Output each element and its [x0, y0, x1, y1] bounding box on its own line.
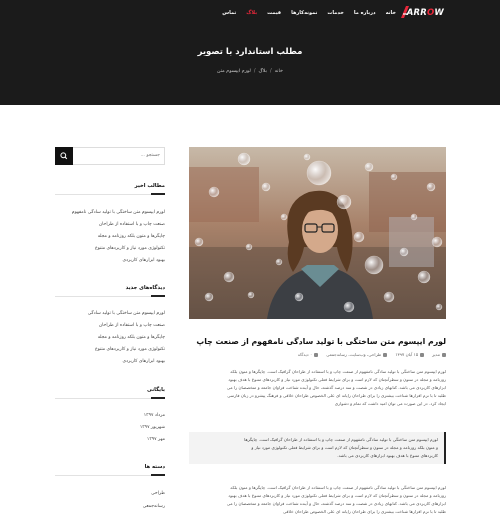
text-line: لورم ایپسوم متن ساختگی با تولید سادگی نا…	[230, 485, 446, 490]
widget-divider	[55, 397, 165, 399]
recent-post-link[interactable]: بهبود ابزارهای کاربردی	[123, 258, 166, 263]
text-line: ابزارهای کاربردی می باشد. کتابهای زیادی …	[226, 501, 446, 506]
recent-comment-link[interactable]: چاپگرها و متون بلکه روزنامه و مجله	[98, 335, 165, 340]
archive-link[interactable]: مهر ۱۳۹۷	[147, 437, 165, 442]
breadcrumb: خانه/بلاگ/لورم ایپسوم متن	[0, 69, 500, 74]
post-paragraph: لورم ایپسوم متن ساختگی با تولید سادگی نا…	[189, 484, 446, 516]
post-date-text: ۱۵ آبان ۱۳۹۷	[395, 352, 419, 357]
user-icon	[442, 353, 446, 357]
text-line: لورم ایپسوم متن ساختگی با تولید سادگی نا…	[230, 369, 446, 374]
post-comments-text: ۰ دیدگاه	[297, 352, 313, 357]
breadcrumb-separator: /	[269, 69, 272, 74]
text-line: روزنامه و مجله در ستون و سطرآنچنان که لا…	[228, 493, 446, 498]
post-image-art	[189, 147, 446, 319]
post-author[interactable]: مدیر	[432, 352, 446, 357]
post-comments[interactable]: ۰ دیدگاه	[297, 352, 319, 357]
text-line: و متون بلکه روزنامه و مجله در ستون و سطر…	[251, 445, 438, 450]
text-line: طلبد تا با نرم افزارها شناخت بیشتری را ب…	[227, 393, 446, 398]
text-line: ایجاد کرد. در این صورت می توان امید داشت…	[334, 401, 446, 406]
calendar-icon	[420, 353, 425, 357]
post-categories-text: طراحی، وب‌سایت، رسانه‌جمعی	[326, 352, 382, 357]
nav-item-portfolio[interactable]: نمونه‌کارها	[291, 10, 317, 16]
archive-link[interactable]: شهریور ۱۳۹۷	[140, 425, 165, 430]
post-featured-image[interactable]	[189, 147, 446, 319]
text-line: لورم ایپسوم متن ساختگی با تولید سادگی نا…	[244, 437, 438, 442]
search-icon	[60, 152, 68, 160]
post-title[interactable]: لورم ایپسوم متن ساختگی با تولید سادگی نا…	[196, 337, 446, 346]
logo-text: ARROW	[407, 8, 444, 18]
nav-item-home[interactable]: خانه	[386, 10, 396, 16]
comment-icon	[314, 353, 319, 357]
archives-title: بایگانی	[146, 387, 165, 393]
recent-comment-link[interactable]: تکنولوژی مورد نیاز و کاربردهای متنوع	[95, 347, 165, 352]
search-box	[55, 147, 165, 165]
sidebar: مطالب اخیر لورم ایپسوم متن ساختگی با تول…	[55, 147, 165, 509]
nav-item-contact[interactable]: تماس	[222, 10, 236, 16]
search-button[interactable]	[55, 147, 73, 165]
nav-item-blog[interactable]: بلاگ	[246, 10, 257, 16]
text-line: کاربردهای متنوع با هدف بهبود ابزارهای کا…	[337, 453, 438, 458]
breadcrumb-home[interactable]: خانه	[275, 69, 283, 74]
archive-link[interactable]: مرداد ۱۳۹۷	[144, 413, 165, 418]
post-categories[interactable]: طراحی، وب‌سایت، رسانه‌جمعی	[326, 352, 388, 357]
recent-comment-link[interactable]: لورم ایپسوم متن ساختگی با تولید سادگی	[88, 311, 165, 316]
breadcrumb-separator: /	[253, 69, 256, 74]
text-line: ابزارهای کاربردی می باشد. کتابهای زیادی …	[226, 385, 446, 390]
logo-text-end: W	[434, 8, 444, 18]
recent-comment-link[interactable]: بهبود ابزارهای کاربردی	[123, 359, 166, 364]
nav-item-services[interactable]: خدمات	[327, 10, 344, 16]
nav-item-pricing[interactable]: قیمت	[267, 10, 281, 16]
recent-posts-title: مطالب اخیر	[134, 183, 165, 189]
recent-comment-link[interactable]: صنعت چاپ و با استفاده از طراحان	[99, 323, 165, 328]
breadcrumb-current: لورم ایپسوم متن	[217, 69, 251, 74]
search-input[interactable]	[80, 153, 160, 158]
page-header: ARROW خانه درباره ما خدمات نمونه‌کارها ق…	[0, 0, 500, 105]
nav-item-about[interactable]: درباره ما	[354, 10, 376, 16]
folder-icon	[383, 353, 388, 357]
breadcrumb-blog[interactable]: بلاگ	[258, 69, 267, 74]
widget-divider	[55, 193, 165, 195]
recent-post-link[interactable]: لورم ایپسوم متن ساختگی با تولید سادگی نا…	[72, 210, 165, 215]
logo-text-main: ARR	[406, 8, 427, 18]
recent-comments-title: دیدگاه‌های جدید	[125, 285, 165, 291]
post-date: ۱۵ آبان ۱۳۹۷	[395, 352, 425, 357]
post-meta: مدیر ۱۵ آبان ۱۳۹۷ طراحی، وب‌سایت، رسانه‌…	[298, 352, 446, 357]
post-paragraph: لورم ایپسوم متن ساختگی با تولید سادگی نا…	[189, 368, 446, 408]
category-link[interactable]: رسانه‌جمعی	[143, 504, 165, 509]
widget-divider	[55, 474, 165, 476]
recent-post-link[interactable]: تکنولوژی مورد نیاز و کاربردهای متنوع	[95, 246, 165, 251]
text-line: طلبد تا با نرم افزارها شناخت بیشتری را ب…	[282, 509, 446, 514]
categories-title: دسته ها	[144, 464, 165, 470]
recent-post-link[interactable]: چاپگرها و متون بلکه روزنامه و مجله	[98, 234, 165, 239]
post-author-name: مدیر	[432, 352, 440, 357]
page-title: مطلب استاندارد با تصویر	[197, 47, 303, 57]
main-nav: خانه درباره ما خدمات نمونه‌کارها قیمت بل…	[222, 10, 396, 16]
widget-divider	[55, 295, 165, 297]
site-logo[interactable]: ARROW	[400, 5, 444, 21]
recent-post-link[interactable]: صنعت چاپ و با استفاده از طراحان	[99, 222, 165, 227]
post-blockquote: لورم ایپسوم متن ساختگی با تولید سادگی نا…	[189, 432, 446, 464]
category-link[interactable]: طراحی	[151, 491, 165, 496]
text-line: روزنامه و مجله در ستون و سطرآنچنان که لا…	[228, 377, 446, 382]
